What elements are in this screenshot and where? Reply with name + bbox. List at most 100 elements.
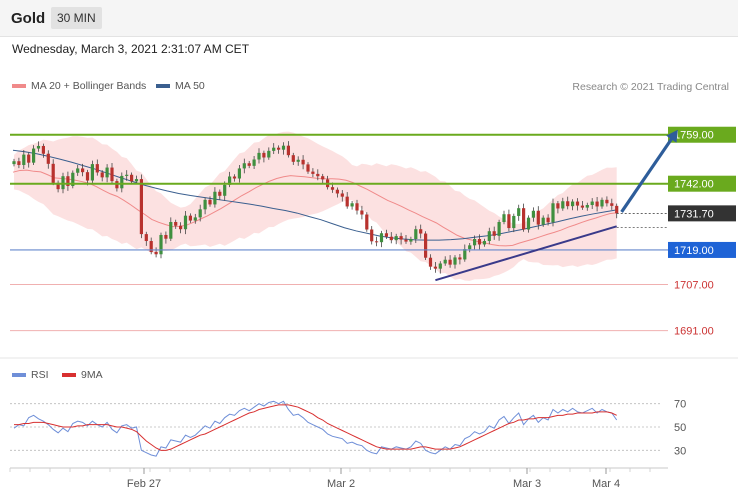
candle-body [90,164,94,181]
candle-body [365,214,369,230]
candle [375,236,379,247]
chart-canvas: 1759.00 1742.00 1719.00 1707.00 1691.00 1731.… [0,126,738,490]
candle-body [541,217,545,225]
candle-body [590,201,594,206]
candle-body [600,199,604,207]
candle-body [164,234,168,239]
candle-body [433,266,437,269]
candle-body [223,184,227,196]
candle-body [571,201,575,207]
candle-body [502,214,506,223]
candle-body [85,172,90,181]
candle-body [81,168,85,173]
candle [379,230,384,248]
candle-body [585,205,589,208]
candle-body [321,176,325,180]
candle-body [526,217,531,230]
candle-body [95,164,99,173]
candle-body [497,222,501,236]
candle [507,209,511,232]
candle-body [492,231,496,236]
candle-body [414,229,418,239]
candle-body [355,203,359,211]
candle-body [487,231,491,242]
candle-body [51,163,55,183]
candle-body [277,147,281,150]
candle-body [345,196,349,207]
candle-body [100,172,104,178]
candle-body [561,201,565,209]
candle-body [507,214,511,229]
candle-body [335,189,339,194]
rsi-tick-30: 30 [674,445,686,457]
candle-body [394,236,398,241]
candle-body [110,167,114,182]
candle-body [463,249,467,260]
candle-body [375,241,379,243]
candle-body [546,217,550,223]
candle-body [218,191,222,196]
rsi-tick-70: 70 [674,399,686,411]
candle-body [232,176,237,179]
candle-body [159,234,163,255]
candle-body [517,208,521,216]
candle-body [409,239,413,242]
candle-body [512,215,516,229]
candle-body [301,159,305,165]
candle-body [286,145,290,156]
candle-body [330,187,335,190]
candle-body [154,251,158,255]
current-price-marker: 1731.70 [616,205,736,228]
candle-body [188,215,192,221]
candle-body [468,245,472,250]
candle-body [208,199,212,205]
candle-body [316,173,320,177]
candle-body [438,263,442,269]
candle-body [17,161,21,165]
x-tick-label: Mar 2 [327,478,355,490]
candle-body [22,154,26,165]
candle-body [193,217,197,221]
candle-body [595,201,599,207]
candle-body [566,201,570,207]
candle-body [615,205,619,214]
candle-body [237,168,241,179]
candle-body [120,175,124,189]
candle-body [453,257,457,265]
rsi-ma-line [14,404,617,451]
x-tick-label: Mar 4 [592,478,620,490]
candle [365,212,369,232]
candle-body [272,147,276,151]
candle-body [174,222,178,226]
candle [517,204,521,221]
candle-body [115,181,119,189]
x-tick-label: Feb 27 [127,478,161,490]
level-label: 1691.00 [674,326,714,338]
candle-body [213,191,217,205]
candle-body [424,233,428,258]
candle-body [32,148,36,163]
candle [350,200,354,210]
candle-body [242,163,246,169]
candle-body [605,199,609,204]
candle-body [477,239,482,245]
candle-body [169,222,173,239]
candle-body [458,257,462,260]
level-1759.00: 1759.00 [10,126,736,143]
candle-body [179,225,183,230]
candle-body [551,203,555,223]
candle-body [134,179,139,182]
candle-body [522,208,526,230]
candle-body [281,145,286,150]
candle-body [61,176,65,190]
candle-body [379,233,384,243]
level-label: 1742.00 [674,179,714,191]
candle-body [473,239,477,246]
candle [522,203,526,232]
candle-body [419,229,423,234]
candle-body [448,259,452,265]
candle-body [247,163,251,166]
candle-body [311,171,315,174]
candle [159,232,163,259]
candle-body [399,236,403,240]
